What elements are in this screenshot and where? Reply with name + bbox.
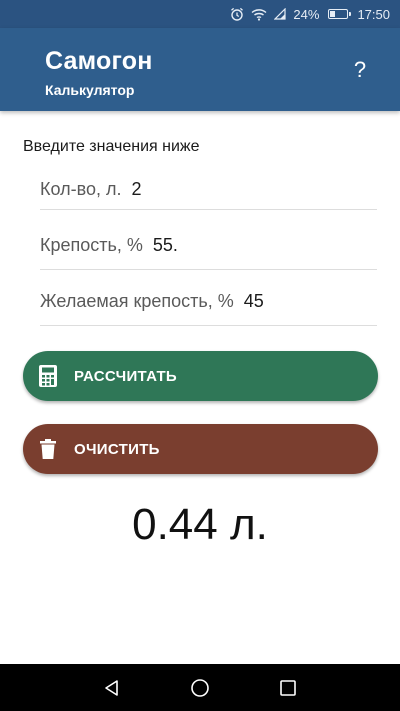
status-bar: 24% 17:50 [0,0,400,28]
clear-button-label: ОЧИСТИТЬ [74,440,160,458]
battery-level [330,11,335,17]
quantity-field[interactable]: Кол-во, л. [40,170,377,210]
app-screen: 24% 17:50 Самогон Калькулятор ? Введите … [0,0,400,711]
target-strength-input[interactable] [243,290,364,312]
target-strength-field[interactable]: Желаемая крепость, % [40,277,377,326]
app-toolbar: Самогон Калькулятор ? [0,28,400,111]
calculator-icon [38,365,58,387]
clear-button[interactable]: ОЧИСТИТЬ [23,424,378,474]
input-prompt: Введите значения ниже [23,138,200,155]
app-subtitle: Калькулятор [45,82,135,98]
strength-field[interactable]: Крепость, % [40,222,377,270]
help-button[interactable]: ? [348,56,372,84]
trash-icon [38,438,58,460]
wifi-icon [251,8,267,21]
home-icon[interactable] [156,664,244,711]
quantity-input[interactable] [131,179,252,200]
calculate-button[interactable]: РАССЧИТАТЬ [23,351,378,401]
back-icon[interactable] [68,664,156,711]
strength-input[interactable] [152,235,273,256]
result-value: 0.44 л. [132,500,268,549]
recents-icon[interactable] [244,664,332,711]
target-strength-label: Желаемая крепость, % [40,290,234,311]
signal-icon [274,8,287,20]
alarm-icon [230,7,244,21]
battery-percent: 24% [293,6,320,22]
strength-label: Крепость, % [40,235,143,255]
battery-icon [326,9,352,19]
calculate-button-label: РАССЧИТАТЬ [74,367,178,385]
navigation-bar [0,664,400,711]
quantity-label: Кол-во, л. [40,179,122,199]
clock: 17:50 [357,6,390,22]
app-title: Самогон [45,47,153,75]
